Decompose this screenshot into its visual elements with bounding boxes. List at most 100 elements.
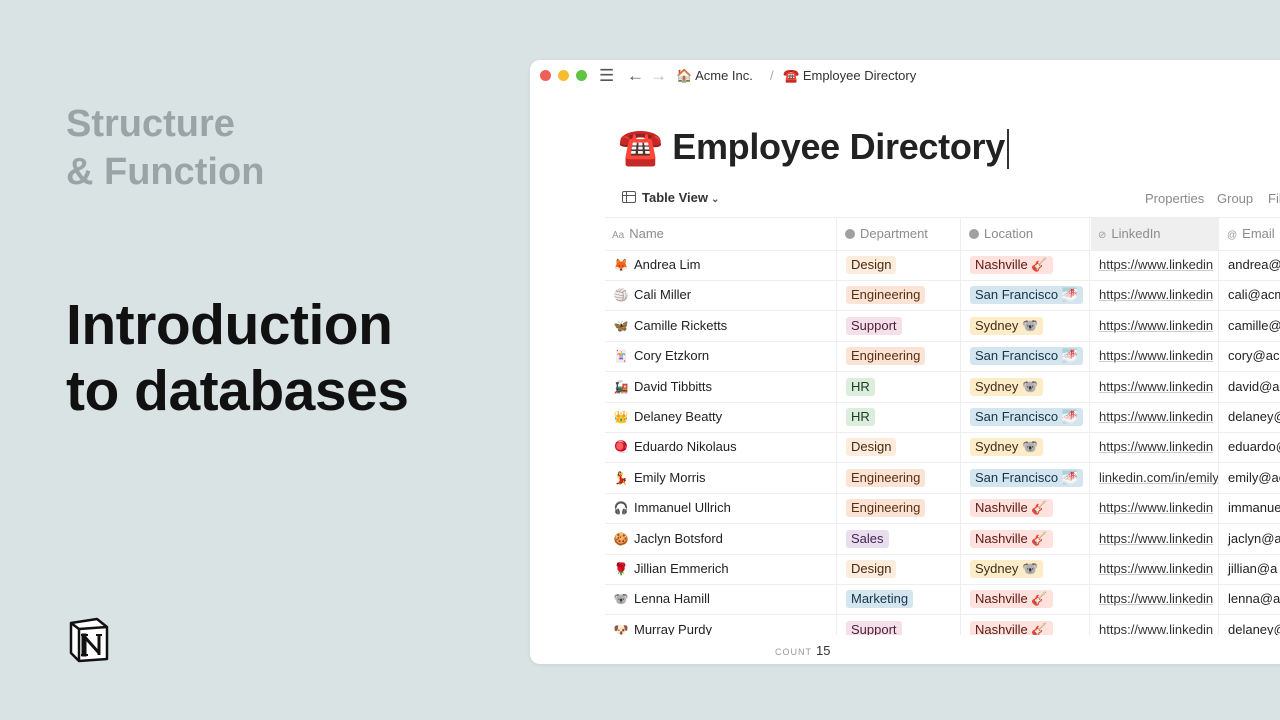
linkedin-cell[interactable]: https://www.linkedin bbox=[1091, 310, 1219, 341]
linkedin-cell[interactable]: linkedin.com/in/emily bbox=[1091, 462, 1219, 493]
row-emoji-icon[interactable]: 🏐 bbox=[613, 280, 629, 310]
linkedin-url[interactable]: linkedin.com/in/emily bbox=[1099, 470, 1218, 485]
table-row[interactable]: 👑 Delaney Beatty HR San Francisco 🌁 https://… bbox=[605, 402, 1280, 433]
location-cell[interactable]: Sydney 🐨 bbox=[962, 554, 1090, 584]
table-row[interactable]: 🪀 Eduardo Nikolaus Design Sydney 🐨 https://w… bbox=[605, 432, 1280, 464]
linkedin-url[interactable]: https://www.linkedin bbox=[1099, 531, 1213, 546]
email-value[interactable]: emily@ac bbox=[1228, 470, 1280, 485]
linkedin-cell[interactable]: https://www.linkedin bbox=[1091, 432, 1219, 463]
linkedin-url[interactable]: https://www.linkedin bbox=[1099, 318, 1213, 333]
linkedin-cell[interactable]: https://www.linkedin bbox=[1091, 402, 1219, 432]
email-value[interactable]: lenna@a bbox=[1228, 591, 1280, 606]
name-cell[interactable]: 🐨 Lenna Hamill bbox=[605, 584, 837, 615]
location-cell[interactable]: Nashville 🎸 bbox=[962, 493, 1090, 524]
location-cell[interactable]: Sydney 🐨 bbox=[962, 310, 1090, 341]
column-header-department[interactable]: Department bbox=[838, 218, 961, 250]
table-row[interactable]: 🏐 Cali Miller Engineering San Francisco 🌁 ht… bbox=[605, 280, 1280, 312]
linkedin-cell[interactable]: https://www.linkedin bbox=[1091, 250, 1219, 280]
name-cell[interactable]: 🚂 David Tibbitts bbox=[605, 371, 837, 402]
group-button[interactable]: Group bbox=[1217, 191, 1253, 206]
name-cell[interactable]: 🃏 Cory Etzkorn bbox=[605, 341, 837, 372]
email-cell[interactable]: eduardo@ bbox=[1220, 432, 1280, 462]
email-cell[interactable]: cali@acm bbox=[1220, 280, 1280, 310]
email-value[interactable]: cali@acm bbox=[1228, 287, 1280, 302]
table-row[interactable]: 🚂 David Tibbitts HR Sydney 🐨 https://www.lin… bbox=[605, 371, 1280, 403]
row-emoji-icon[interactable]: 🐶 bbox=[613, 615, 629, 635]
email-value[interactable]: camille@ bbox=[1228, 318, 1280, 333]
column-header-linkedin[interactable]: ⊘LinkedIn☝ bbox=[1091, 218, 1219, 250]
linkedin-url[interactable]: https://www.linkedin bbox=[1099, 439, 1213, 454]
page-title-text[interactable]: Employee Directory bbox=[672, 126, 1005, 167]
department-cell[interactable]: Support bbox=[838, 614, 961, 635]
linkedin-cell[interactable]: https://www.linkedin bbox=[1091, 614, 1219, 635]
row-emoji-icon[interactable]: 🃏 bbox=[613, 341, 629, 371]
table-row[interactable]: 🐨 Lenna Hamill Marketing Nashville 🎸 https:/… bbox=[605, 584, 1280, 616]
maximize-window-button[interactable] bbox=[576, 70, 587, 81]
row-emoji-icon[interactable]: 🚂 bbox=[613, 372, 629, 402]
email-value[interactable]: immanue bbox=[1228, 500, 1280, 515]
department-cell[interactable]: Design bbox=[838, 250, 961, 280]
name-cell[interactable]: 💃 Emily Morris bbox=[605, 462, 837, 493]
location-cell[interactable]: Sydney 🐨 bbox=[962, 371, 1090, 402]
department-cell[interactable]: Support bbox=[838, 310, 961, 341]
location-cell[interactable]: San Francisco 🌁 bbox=[962, 280, 1090, 311]
linkedin-cell[interactable]: https://www.linkedin bbox=[1091, 371, 1219, 402]
linkedin-url[interactable]: https://www.linkedin bbox=[1099, 348, 1213, 363]
breadcrumb-page[interactable]: ☎️ Employee Directory bbox=[783, 68, 916, 84]
email-cell[interactable]: emily@ac bbox=[1220, 463, 1280, 493]
department-cell[interactable]: HR bbox=[838, 371, 961, 402]
name-cell[interactable]: 👑 Delaney Beatty bbox=[605, 402, 837, 432]
location-cell[interactable]: Nashville 🎸 bbox=[962, 523, 1090, 554]
email-cell[interactable]: immanue bbox=[1220, 493, 1280, 523]
page-title[interactable]: ☎️ Employee Directory bbox=[618, 126, 1009, 170]
name-cell[interactable]: 🦋 Camille Ricketts bbox=[605, 310, 837, 341]
forward-arrow-icon[interactable]: → bbox=[650, 66, 667, 86]
table-row[interactable]: 🌹 Jillian Emmerich Design Sydney 🐨 https://w… bbox=[605, 554, 1280, 585]
department-cell[interactable]: Marketing bbox=[838, 584, 961, 615]
linkedin-url[interactable]: https://www.linkedin bbox=[1099, 500, 1213, 515]
name-cell[interactable]: 🍪 Jaclyn Botsford bbox=[605, 523, 837, 554]
email-value[interactable]: cory@ac bbox=[1228, 348, 1280, 363]
linkedin-url[interactable]: https://www.linkedin bbox=[1099, 409, 1213, 424]
linkedin-cell[interactable]: https://www.linkedin bbox=[1091, 341, 1219, 372]
breadcrumb-workspace[interactable]: 🏠 Acme Inc. bbox=[676, 68, 753, 84]
department-cell[interactable]: Engineering bbox=[838, 493, 961, 524]
email-value[interactable]: jaclyn@a bbox=[1228, 531, 1280, 546]
table-row[interactable]: 🐶 Murray Purdy Support Nashville 🎸 https://w… bbox=[605, 614, 1280, 635]
email-cell[interactable]: andrea@ bbox=[1220, 250, 1280, 280]
view-switcher[interactable]: Table View ⌄ bbox=[622, 190, 719, 205]
linkedin-cell[interactable]: https://www.linkedin bbox=[1091, 280, 1219, 311]
department-cell[interactable]: Engineering bbox=[838, 341, 961, 372]
linkedin-cell[interactable]: https://www.linkedin bbox=[1091, 584, 1219, 615]
linkedin-cell[interactable]: https://www.linkedin bbox=[1091, 523, 1219, 554]
department-cell[interactable]: Design bbox=[838, 554, 961, 584]
minimize-window-button[interactable] bbox=[558, 70, 569, 81]
email-cell[interactable]: delaney@ bbox=[1220, 615, 1280, 635]
row-emoji-icon[interactable]: 🌹 bbox=[613, 554, 629, 584]
location-cell[interactable]: Nashville 🎸 bbox=[962, 614, 1090, 635]
linkedin-url[interactable]: https://www.linkedin bbox=[1099, 287, 1213, 302]
department-cell[interactable]: Sales bbox=[838, 523, 961, 554]
name-cell[interactable]: 🎧 Immanuel Ullrich bbox=[605, 493, 837, 524]
email-cell[interactable]: delaney@ bbox=[1220, 402, 1280, 432]
row-emoji-icon[interactable]: 👑 bbox=[613, 402, 629, 432]
row-emoji-icon[interactable]: 🎧 bbox=[613, 493, 629, 523]
table-row[interactable]: 💃 Emily Morris Engineering San Francisco 🌁 l… bbox=[605, 462, 1280, 494]
location-cell[interactable]: San Francisco 🌁 bbox=[962, 341, 1090, 372]
location-cell[interactable]: San Francisco 🌁 bbox=[962, 402, 1090, 432]
back-arrow-icon[interactable]: ← bbox=[627, 66, 644, 86]
row-emoji-icon[interactable]: 🐨 bbox=[613, 584, 629, 614]
location-cell[interactable]: Sydney 🐨 bbox=[962, 432, 1090, 463]
linkedin-url[interactable]: https://www.linkedin bbox=[1099, 379, 1213, 394]
name-cell[interactable]: 🏐 Cali Miller bbox=[605, 280, 837, 311]
row-emoji-icon[interactable]: 🦊 bbox=[613, 250, 629, 280]
email-value[interactable]: andrea@ bbox=[1228, 257, 1280, 272]
column-header-name[interactable]: Aa Name bbox=[605, 218, 837, 250]
table-row[interactable]: 🦋 Camille Ricketts Support Sydney 🐨 https://… bbox=[605, 310, 1280, 342]
column-header-location[interactable]: Location bbox=[962, 218, 1090, 250]
row-emoji-icon[interactable]: 💃 bbox=[613, 463, 629, 493]
linkedin-url[interactable]: https://www.linkedin bbox=[1099, 622, 1213, 635]
close-window-button[interactable] bbox=[540, 70, 551, 81]
name-cell[interactable]: 🪀 Eduardo Nikolaus bbox=[605, 432, 837, 463]
email-cell[interactable]: camille@ bbox=[1220, 311, 1280, 341]
